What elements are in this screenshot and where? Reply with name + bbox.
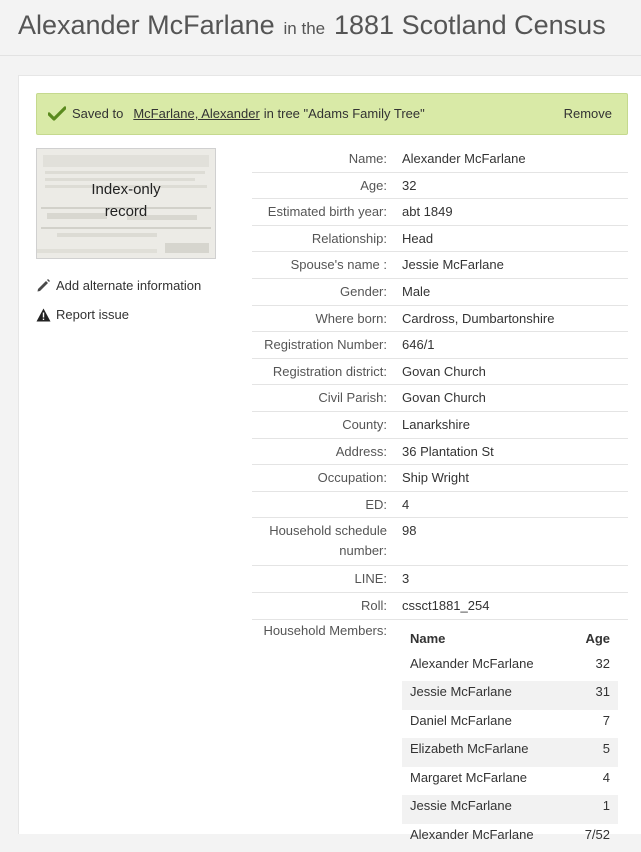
add-alternate-info-link[interactable]: Add alternate information [36,278,201,293]
saved-to-tree-bar: Saved to McFarlane, Alexander in tree "Ada… [36,93,628,135]
saved-text: Saved to McFarlane, Alexander in tree "Ada… [72,106,425,121]
household-members-table: Name Age Alexander McFarlane32 Jessie Mc… [402,625,618,852]
member-row[interactable]: Margaret McFarlane4 [402,767,618,796]
detail-row-address: Address:36 Plantation St [252,438,628,465]
detail-row-roll: Roll:cssct1881_254 [252,592,628,619]
member-row[interactable]: Daniel McFarlane7 [402,710,618,739]
member-row[interactable]: Jessie McFarlane1 [402,795,618,824]
col-name-header: Name [402,625,569,653]
record-name: Alexander McFarlane [18,10,275,40]
detail-row-occupation: Occupation:Ship Wright [252,465,628,492]
members-header-row: Name Age [402,625,618,653]
member-row[interactable]: Elizabeth McFarlane5 [402,738,618,767]
detail-row-relationship: Relationship:Head [252,225,628,252]
report-issue-link[interactable]: Report issue [36,307,129,322]
detail-row-county: County:Lanarkshire [252,411,628,438]
saved-prefix: Saved to [72,106,123,121]
detail-row-household-schedule: Household schedule number:98 [252,518,628,566]
pencil-icon [36,278,51,293]
detail-row-registration-district: Registration district:Govan Church [252,358,628,385]
title-connector: in the [284,19,326,38]
detail-row-registration-number: Registration Number:646/1 [252,332,628,359]
detail-row-civil-parish: Civil Parish:Govan Church [252,385,628,412]
detail-row-name: Name:Alexander McFarlane [252,146,628,172]
detail-row-birthplace: Where born:Cardross, Dumbartonshire [252,305,628,332]
record-details-table: Name:Alexander McFarlane Age:32 Estimate… [252,146,628,852]
remove-button[interactable]: Remove [564,106,612,121]
record-thumbnail[interactable]: Index-only record [36,148,216,259]
member-row[interactable]: Jessie McFarlane31 [402,681,618,710]
collection-name: 1881 Scotland Census [334,10,606,40]
warning-icon [36,308,51,322]
detail-row-line: LINE:3 [252,566,628,593]
detail-row-ed: ED:4 [252,491,628,518]
index-only-label: Index-only record [37,179,215,223]
detail-row-age: Age:32 [252,172,628,199]
record-content: Saved to McFarlane, Alexander in tree "Ada… [18,75,641,834]
detail-row-birth-year: Estimated birth year:abt 1849 [252,199,628,226]
detail-row-gender: Gender:Male [252,278,628,305]
page-header: Alexander McFarlane in the 1881 Scotland… [0,0,641,56]
col-age-header: Age [569,625,618,653]
page-title: Alexander McFarlane in the 1881 Scotland… [18,5,606,42]
member-row[interactable]: Alexander McFarlane32 [402,653,618,682]
detail-row-spouse: Spouse's name :Jessie McFarlane [252,252,628,279]
member-row[interactable]: Alexander McFarlane7/52 [402,824,618,852]
tree-person-link[interactable]: McFarlane, Alexander [133,106,259,121]
checkmark-icon [48,106,66,121]
saved-suffix: in tree "Adams Family Tree" [264,106,425,121]
detail-row-household-members: Household Members: Name Age Alexander Mc… [252,619,628,852]
